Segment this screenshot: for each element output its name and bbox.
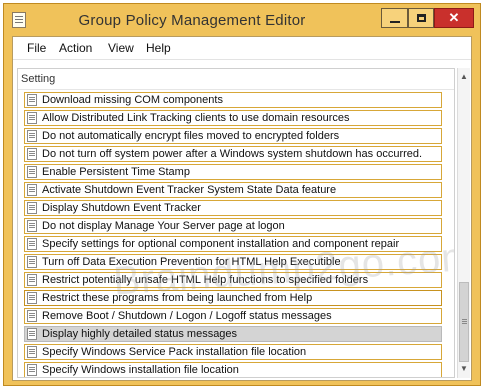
- gpme-window: Group Policy Management Editor ✕ File Ac…: [3, 3, 481, 386]
- settings-list: Setting Download missing COM components …: [17, 68, 455, 378]
- menu-view[interactable]: View: [108, 41, 134, 55]
- list-item[interactable]: Activate Shutdown Event Tracker System S…: [24, 182, 442, 198]
- list-item-label: Display highly detailed status messages: [42, 328, 238, 340]
- menu-action[interactable]: Action: [59, 41, 92, 55]
- grip-icon: [462, 319, 467, 320]
- toolbar-area: [13, 59, 471, 68]
- list-item-label: Specify Windows installation file locati…: [42, 364, 239, 376]
- menu-help[interactable]: Help: [146, 41, 171, 55]
- list-item[interactable]: Turn off Data Execution Prevention for H…: [24, 254, 442, 270]
- list-item-label: Allow Distributed Link Tracking clients …: [42, 112, 350, 124]
- menu-bar: File Action View Help: [13, 37, 471, 59]
- vertical-scrollbar[interactable]: ▲ ▼: [457, 68, 470, 378]
- list-item[interactable]: Restrict potentially unsafe HTML Help fu…: [24, 272, 442, 288]
- list-item-label: Do not display Manage Your Server page a…: [42, 220, 285, 232]
- list-item[interactable]: Do not turn off system power after a Win…: [24, 146, 442, 162]
- client-area: File Action View Help Setting Download m…: [12, 36, 472, 381]
- list-item-label: Restrict potentially unsafe HTML Help fu…: [42, 274, 369, 286]
- maximize-button[interactable]: [408, 8, 434, 28]
- list-item-selected[interactable]: Display highly detailed status messages: [24, 326, 442, 342]
- list-item-label: Remove Boot / Shutdown / Logon / Logoff …: [42, 310, 332, 322]
- window-title: Group Policy Management Editor: [78, 12, 306, 29]
- title-bar[interactable]: Group Policy Management Editor ✕: [4, 4, 480, 36]
- scroll-up-icon[interactable]: ▲: [458, 70, 470, 84]
- policy-setting-icon: [27, 130, 37, 142]
- list-item[interactable]: Display Shutdown Event Tracker: [24, 200, 442, 216]
- policy-setting-icon: [27, 256, 37, 268]
- policy-setting-icon: [27, 238, 37, 250]
- policy-setting-icon: [27, 112, 37, 124]
- list-item[interactable]: Download missing COM components: [24, 92, 442, 108]
- list-item[interactable]: Allow Distributed Link Tracking clients …: [24, 110, 442, 126]
- list-item-label: Turn off Data Execution Prevention for H…: [42, 256, 341, 268]
- policy-setting-icon: [27, 220, 37, 232]
- list-item-label: Download missing COM components: [42, 94, 223, 106]
- policy-setting-icon: [27, 184, 37, 196]
- column-header-setting[interactable]: Setting: [18, 69, 454, 90]
- policy-setting-icon: [27, 148, 37, 160]
- close-icon: ✕: [448, 10, 460, 25]
- list-item-label: Specify Windows Service Pack installatio…: [42, 346, 307, 358]
- policy-setting-icon: [27, 292, 37, 304]
- policy-setting-icon: [27, 328, 37, 340]
- maximize-icon: [416, 14, 426, 22]
- minimize-button[interactable]: [381, 8, 408, 28]
- list-item-label: Enable Persistent Time Stamp: [42, 166, 190, 178]
- list-item-label: Activate Shutdown Event Tracker System S…: [42, 184, 337, 196]
- policy-setting-icon: [27, 274, 37, 286]
- list-item-label: Specify settings for optional component …: [42, 238, 400, 250]
- scroll-down-icon[interactable]: ▼: [458, 362, 470, 376]
- list-item[interactable]: Specify settings for optional component …: [24, 236, 442, 252]
- list-item-label: Display Shutdown Event Tracker: [42, 202, 201, 214]
- policy-setting-icon: [27, 202, 37, 214]
- policy-setting-icon: [27, 364, 37, 376]
- list-item-label: Do not automatically encrypt files moved…: [42, 130, 340, 142]
- policy-setting-icon: [27, 166, 37, 178]
- scroll-thumb[interactable]: [459, 282, 469, 362]
- close-button[interactable]: ✕: [434, 8, 474, 28]
- list-item[interactable]: Do not automatically encrypt files moved…: [24, 128, 442, 144]
- policy-setting-icon: [27, 346, 37, 358]
- list-item[interactable]: Specify Windows Service Pack installatio…: [24, 344, 442, 360]
- menu-file[interactable]: File: [27, 41, 46, 55]
- list-item-label: Restrict these programs from being launc…: [42, 292, 313, 304]
- list-item[interactable]: Enable Persistent Time Stamp: [24, 164, 442, 180]
- policy-setting-icon: [27, 310, 37, 322]
- policy-setting-icon: [27, 94, 37, 106]
- list-item[interactable]: Specify Windows installation file locati…: [24, 362, 442, 377]
- minimize-icon: [389, 21, 400, 23]
- list-item-label: Do not turn off system power after a Win…: [42, 148, 423, 160]
- list-item[interactable]: Remove Boot / Shutdown / Logon / Logoff …: [24, 308, 442, 324]
- list-item[interactable]: Do not display Manage Your Server page a…: [24, 218, 442, 234]
- list-item[interactable]: Restrict these programs from being launc…: [24, 290, 442, 306]
